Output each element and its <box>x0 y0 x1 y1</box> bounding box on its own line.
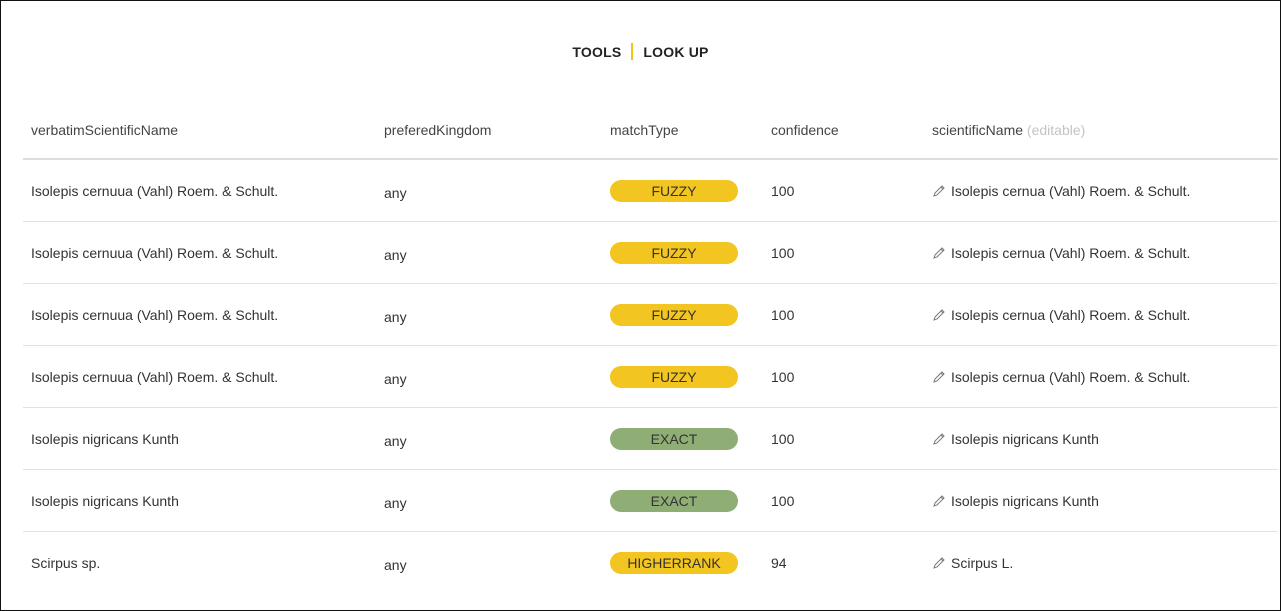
cell-confidence: 100 <box>763 159 924 222</box>
lookup-results-table: verbatimScientificName preferedKingdom m… <box>23 101 1278 593</box>
cell-prefered-kingdom: any <box>384 556 407 573</box>
cell-scientific-name[interactable]: Isolepis nigricans Kunth <box>924 469 1278 532</box>
cell-prefered-kingdom: any <box>376 469 602 532</box>
match-type-badge: EXACT <box>610 427 738 450</box>
cell-scientific-name[interactable]: Isolepis cernua (Vahl) Roem. & Schult. <box>924 283 1278 346</box>
editable-scientific-name[interactable]: Isolepis cernua (Vahl) Roem. & Schult. <box>932 369 1190 385</box>
cell-confidence: 100 <box>763 407 924 470</box>
cell-confidence: 100 <box>763 345 924 408</box>
editable-scientific-name[interactable]: Scirpus L. <box>932 555 1013 571</box>
cell-confidence: 100 <box>763 283 924 346</box>
match-type-badge: EXACT <box>610 489 738 512</box>
editable-scientific-name[interactable]: Isolepis nigricans Kunth <box>932 493 1099 509</box>
cell-prefered-kingdom: any <box>376 345 602 408</box>
cell-verbatim-scientific-name: Isolepis cernuua (Vahl) Roem. & Schult. <box>23 283 376 346</box>
cell-confidence: 100 <box>763 469 924 532</box>
cell-confidence: 100 <box>763 221 924 284</box>
header-confidence[interactable]: confidence <box>763 101 924 160</box>
pencil-icon[interactable] <box>932 494 946 508</box>
table-header-row: verbatimScientificName preferedKingdom m… <box>23 101 1278 160</box>
cell-verbatim-scientific-name: Isolepis cernuua (Vahl) Roem. & Schult. <box>23 345 376 408</box>
cell-scientific-name[interactable]: Isolepis cernua (Vahl) Roem. & Schult. <box>924 159 1278 222</box>
scientific-name-text[interactable]: Isolepis nigricans Kunth <box>951 431 1099 447</box>
cell-confidence: 94 <box>771 554 787 571</box>
scientific-name-text[interactable]: Isolepis cernua (Vahl) Roem. & Schult. <box>951 245 1190 261</box>
table-row: Isolepis cernuua (Vahl) Roem. & Schult. a… <box>23 283 1278 346</box>
cell-match-type: HIGHERRANK <box>602 532 763 594</box>
pencil-icon[interactable] <box>932 556 946 570</box>
cell-scientific-name[interactable]: Isolepis cernua (Vahl) Roem. & Schult. <box>924 345 1278 408</box>
header-editable-hint: (editable) <box>1026 121 1086 138</box>
header-verbatim-scientific-name[interactable]: verbatimScientificName <box>23 101 376 160</box>
pencil-icon[interactable] <box>932 308 946 322</box>
pencil-icon[interactable] <box>932 370 946 384</box>
scientific-name-text[interactable]: Isolepis cernua (Vahl) Roem. & Schult. <box>951 307 1190 323</box>
cell-match-type: EXACT <box>602 407 763 470</box>
editable-scientific-name[interactable]: Isolepis cernua (Vahl) Roem. & Schult. <box>932 183 1190 199</box>
cell-match-type: FUZZY <box>602 345 763 408</box>
header-prefered-kingdom[interactable]: preferedKingdom <box>376 101 602 160</box>
table-row: Isolepis cernuua (Vahl) Roem. & Schult. a… <box>23 345 1278 408</box>
cell-verbatim-scientific-name: Isolepis cernuua (Vahl) Roem. & Schult. <box>23 221 376 284</box>
cell-prefered-kingdom: any <box>376 221 602 284</box>
cell-prefered-kingdom: any <box>376 283 602 346</box>
pencil-icon[interactable] <box>932 184 946 198</box>
cell-verbatim-scientific-name: Isolepis cernuua (Vahl) Roem. & Schult. <box>23 159 376 222</box>
match-type-badge: FUZZY <box>610 303 738 326</box>
cell-match-type: FUZZY <box>602 159 763 222</box>
header-scientific-name-label: scientificName <box>932 121 1024 138</box>
scientific-name-text[interactable]: Isolepis nigricans Kunth <box>951 493 1099 509</box>
cell-prefered-kingdom: any <box>376 407 602 470</box>
table-row: Isolepis cernuua (Vahl) Roem. & Schult. a… <box>23 221 1278 284</box>
header-match-type[interactable]: matchType <box>602 101 763 160</box>
editable-scientific-name[interactable]: Isolepis cernua (Vahl) Roem. & Schult. <box>932 245 1190 261</box>
cell-scientific-name[interactable]: Isolepis cernua (Vahl) Roem. & Schult. <box>924 221 1278 284</box>
match-type-badge: HIGHERRANK <box>610 551 738 574</box>
cell-verbatim-scientific-name: Isolepis nigricans Kunth <box>23 469 376 532</box>
match-type-badge: FUZZY <box>610 241 738 264</box>
breadcrumb-tools-link[interactable]: TOOLS <box>572 44 621 60</box>
scientific-name-text[interactable]: Isolepis cernua (Vahl) Roem. & Schult. <box>951 369 1190 385</box>
breadcrumb-lookup-link[interactable]: LOOK UP <box>643 44 708 60</box>
pencil-icon[interactable] <box>932 246 946 260</box>
cell-scientific-name[interactable]: Isolepis nigricans Kunth <box>924 407 1278 470</box>
breadcrumb-separator <box>631 43 634 60</box>
table-row: Isolepis cernuua (Vahl) Roem. & Schult. a… <box>23 159 1278 222</box>
match-type-badge: FUZZY <box>610 365 738 388</box>
cell-scientific-name[interactable]: Scirpus L. <box>924 532 1278 594</box>
pencil-icon[interactable] <box>932 432 946 446</box>
cell-match-type: FUZZY <box>602 283 763 346</box>
cell-verbatim-scientific-name: Isolepis nigricans Kunth <box>23 407 376 470</box>
editable-scientific-name[interactable]: Isolepis cernua (Vahl) Roem. & Schult. <box>932 307 1190 323</box>
table-row: Isolepis nigricans Kunth any EXACT 100 Isole… <box>23 407 1278 470</box>
table-row: Scirpus sp. any HIGHERRANK 94 Scirpus L. <box>23 532 1278 594</box>
cell-verbatim-scientific-name: Scirpus sp. <box>31 554 101 571</box>
cell-match-type: FUZZY <box>602 221 763 284</box>
scientific-name-text[interactable]: Isolepis cernua (Vahl) Roem. & Schult. <box>951 183 1190 199</box>
match-type-badge: FUZZY <box>610 179 738 202</box>
cell-prefered-kingdom: any <box>376 159 602 222</box>
editable-scientific-name[interactable]: Isolepis nigricans Kunth <box>932 431 1099 447</box>
scientific-name-text[interactable]: Scirpus L. <box>951 555 1013 571</box>
table-row: Isolepis nigricans Kunth any EXACT 100 Isole… <box>23 469 1278 532</box>
breadcrumb: TOOLS LOOK UP <box>0 43 1281 60</box>
header-scientific-name[interactable]: scientificName (editable) <box>924 101 1278 160</box>
cell-match-type: EXACT <box>602 469 763 532</box>
